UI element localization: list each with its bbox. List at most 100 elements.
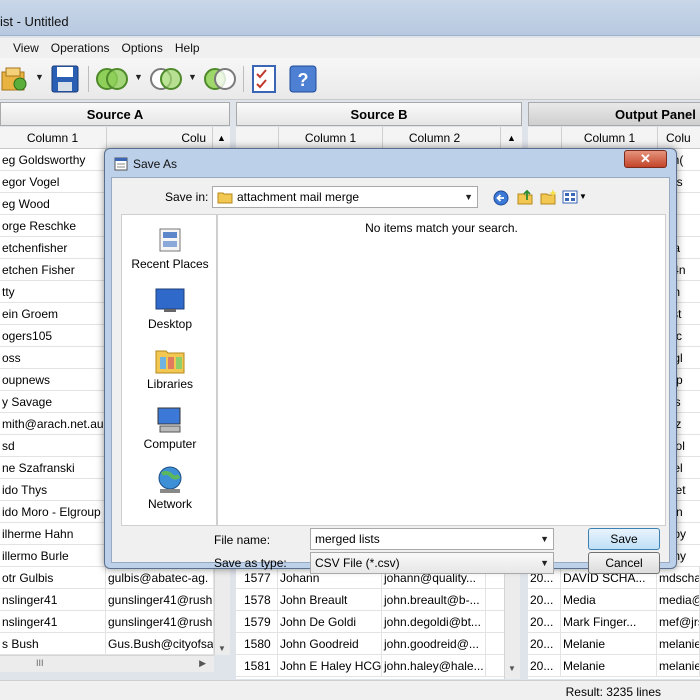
source-a-col2-header[interactable]: Colu [106, 127, 212, 149]
save-in-value: attachment mail merge [237, 190, 360, 204]
table-cell: nslinger41 [0, 589, 106, 610]
save-disk-icon[interactable] [50, 64, 80, 94]
open-dropdown-icon[interactable]: ▼ [35, 72, 44, 82]
scroll-down-icon[interactable]: ▼ [218, 644, 226, 653]
table-cell: 20... [528, 611, 561, 632]
place-computer[interactable]: Computer [122, 405, 218, 451]
empty-message: No items match your search. [365, 221, 518, 235]
intersect-rings-icon[interactable] [149, 64, 183, 94]
menu-operations[interactable]: Operations [51, 41, 110, 55]
table-cell: otr Gulbis [0, 567, 106, 588]
new-folder-icon[interactable] [539, 188, 557, 206]
save-button[interactable]: Save [588, 528, 660, 550]
merge-rings-icon[interactable] [95, 64, 129, 94]
table-cell: orge Reschke [0, 215, 106, 236]
table-cell: media@ [657, 589, 700, 610]
place-label: Network [147, 497, 192, 511]
view-dropdown-icon[interactable]: ▼ [579, 192, 587, 201]
place-recent-places[interactable]: Recent Places [122, 225, 218, 271]
source-a-col1-header[interactable]: Column 1 [0, 127, 105, 149]
table-row[interactable]: 1581 John E Haley HCG john.haley@hale... [236, 655, 518, 677]
menu-options[interactable]: Options [122, 41, 163, 55]
table-cell: gulbis@abatec-ag. [106, 567, 214, 588]
table-cell: 1579 [236, 611, 278, 632]
merge-dropdown-icon[interactable]: ▼ [134, 72, 143, 82]
file-name-value: merged lists [315, 532, 380, 546]
open-folder-icon[interactable] [0, 64, 30, 94]
save-type-select[interactable]: CSV File (*.csv) ▼ [310, 552, 554, 574]
file-list[interactable]: No items match your search. [217, 214, 666, 526]
intersect-dropdown-icon[interactable]: ▼ [188, 72, 197, 82]
table-row[interactable]: 20... Media media@ [528, 589, 700, 611]
table-cell: sd [0, 435, 106, 456]
scroll-up-icon[interactable]: ▲ [500, 127, 522, 149]
scroll-up-icon[interactable]: ▲ [212, 127, 230, 149]
source-b-index-header [236, 127, 278, 149]
table-cell: mdschap [657, 567, 700, 588]
save-in-label: Save in: [165, 190, 209, 204]
table-cell: Melanie [561, 655, 657, 676]
table-cell: tty [0, 281, 106, 302]
table-row[interactable]: nslinger41 gunslinger41@rush [0, 589, 214, 611]
dialog-window-icon [114, 157, 128, 171]
difference-rings-icon[interactable] [203, 64, 237, 94]
scroll-grip-icon[interactable]: III [36, 658, 44, 668]
scroll-down-icon[interactable]: ▼ [508, 664, 516, 673]
save-type-value: CSV File (*.csv) [315, 556, 400, 570]
dialog-close-button[interactable]: ✕ [624, 150, 667, 168]
table-row[interactable]: nslinger41 gunslinger41@rush [0, 611, 214, 633]
status-bar: Result: 3235 lines [0, 680, 700, 700]
table-cell: john.goodreid@... [382, 633, 486, 654]
desktop-icon [155, 288, 185, 312]
output-col1-header[interactable]: Column 1 [561, 127, 657, 149]
source-b-header: Source B [236, 102, 522, 126]
menu-help[interactable]: Help [175, 41, 200, 55]
up-folder-icon[interactable] [516, 188, 534, 206]
view-menu-icon[interactable] [562, 190, 578, 204]
table-cell: john.degoldi@bt... [382, 611, 486, 632]
place-network[interactable]: Network [122, 465, 218, 511]
source-a-hscroll[interactable]: III ▶ [0, 655, 214, 672]
menu-view[interactable]: View [13, 41, 39, 55]
back-arrow-icon[interactable] [493, 190, 509, 206]
table-cell: mith@arach.net.au [0, 413, 106, 434]
output-index-header [528, 127, 561, 149]
cancel-button[interactable]: Cancel [588, 552, 660, 574]
scroll-right-icon[interactable]: ▶ [199, 658, 206, 669]
table-row[interactable]: 1580 John Goodreid john.goodreid@... [236, 633, 518, 655]
table-cell: Melanie [561, 633, 657, 654]
place-libraries[interactable]: Libraries [122, 345, 218, 391]
table-row[interactable]: 1579 John De Goldi john.degoldi@bt... [236, 611, 518, 633]
file-name-input[interactable]: merged lists ▼ [310, 528, 554, 550]
table-cell: egor Vogel [0, 171, 106, 192]
table-cell: oss [0, 347, 106, 368]
recent-places-icon [159, 228, 181, 252]
output-column-header: Column 1 Colu [528, 127, 700, 149]
table-cell: Mark Finger... [561, 611, 657, 632]
toolbar-separator [243, 66, 244, 92]
place-desktop[interactable]: Desktop [122, 285, 218, 331]
table-cell: 1580 [236, 633, 278, 654]
table-row[interactable]: 20...Mark Finger...mef@jrst [528, 611, 700, 633]
table-cell: etchen Fisher [0, 259, 106, 280]
place-label: Libraries [146, 377, 194, 391]
checklist-icon[interactable] [250, 64, 278, 94]
table-row[interactable]: s Bush Gus.Bush@cityofsa [0, 633, 214, 655]
table-row[interactable]: otr Gulbis gulbis@abatec-ag. [0, 567, 214, 589]
table-row[interactable]: 20... Melanie melaniel [528, 633, 700, 655]
output-panel-header: Output Panel [528, 102, 700, 126]
chevron-down-icon[interactable]: ▼ [540, 529, 549, 549]
source-b-col1-header[interactable]: Column 1 [278, 127, 382, 149]
table-cell: melaniel [657, 633, 700, 654]
source-b-col2-header[interactable]: Column 2 [382, 127, 486, 149]
table-row[interactable]: 1578 John Breault john.breault@b-... [236, 589, 518, 611]
save-in-combo[interactable]: attachment mail merge ▼ [212, 186, 478, 208]
place-label: Computer [143, 437, 197, 451]
output-col2-header[interactable]: Colu [657, 127, 700, 149]
help-question-icon[interactable]: ? [288, 64, 318, 94]
table-cell: nslinger41 [0, 611, 106, 632]
file-name-label: File name: [214, 533, 271, 547]
window-title: ist - Untitled [0, 14, 69, 29]
computer-icon [157, 407, 181, 433]
table-row[interactable]: 20... Melanie melaniel [528, 655, 700, 677]
